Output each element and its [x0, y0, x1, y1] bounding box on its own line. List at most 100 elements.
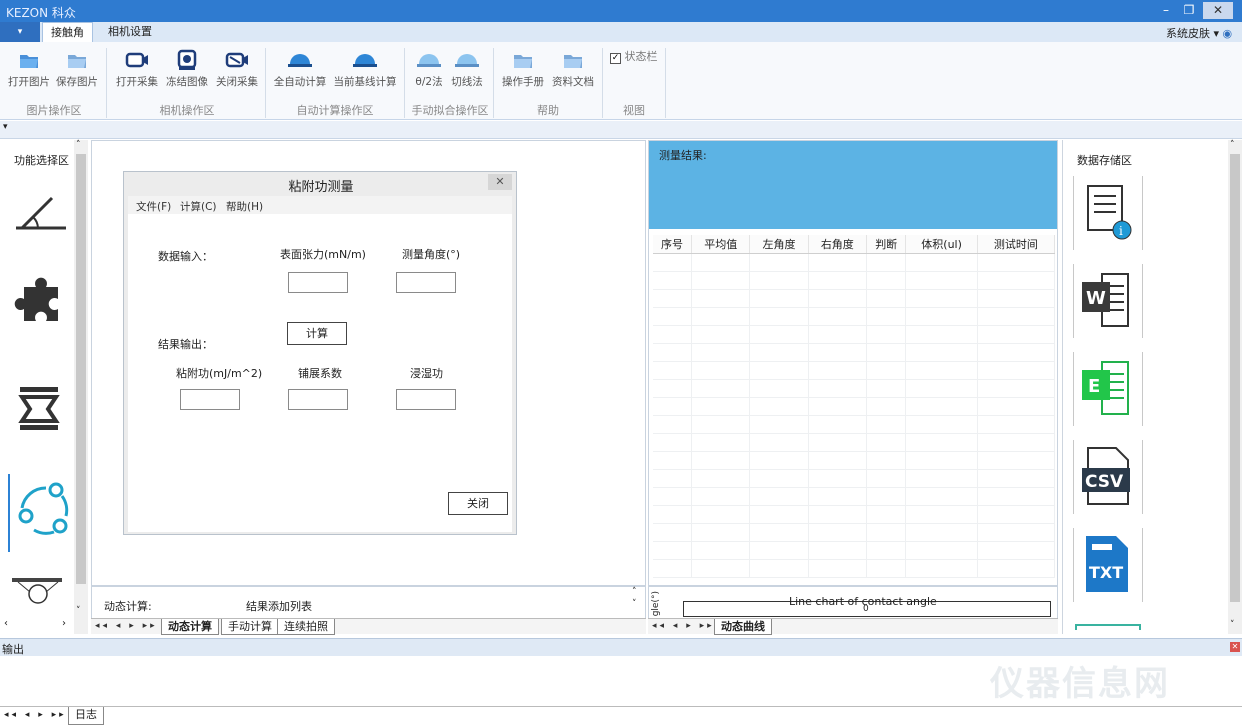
restore-button[interactable]: ❐: [1178, 2, 1200, 19]
table-cell[interactable]: [866, 289, 907, 308]
table-cell[interactable]: [905, 325, 978, 344]
table-cell[interactable]: [977, 271, 1056, 290]
immersion-output[interactable]: [396, 389, 456, 410]
table-cell[interactable]: [977, 505, 1056, 524]
menu-file[interactable]: 文件(F): [136, 199, 171, 214]
close-window-button[interactable]: ✕: [1203, 2, 1233, 19]
table-cell[interactable]: [905, 433, 978, 452]
tab-manual-calc[interactable]: 手动计算: [221, 619, 279, 635]
table-cell[interactable]: [653, 361, 693, 380]
table-cell[interactable]: [691, 379, 751, 398]
open-capture-button[interactable]: 打开采集: [112, 48, 162, 100]
table-cell[interactable]: [653, 325, 693, 344]
table-cell[interactable]: [691, 487, 751, 506]
table-cell[interactable]: [653, 379, 693, 398]
table-cell[interactable]: [749, 469, 809, 488]
col-test-time[interactable]: 测试时间: [977, 235, 1056, 254]
table-row[interactable]: [653, 361, 1056, 380]
table-cell[interactable]: [977, 343, 1056, 362]
calculate-button[interactable]: 计算: [287, 322, 347, 345]
table-cell[interactable]: [866, 379, 907, 398]
table-cell[interactable]: [691, 289, 751, 308]
col-right-angle[interactable]: 右角度: [808, 235, 867, 254]
table-cell[interactable]: [653, 343, 693, 362]
table-row[interactable]: [653, 559, 1056, 578]
table-cell[interactable]: [749, 523, 809, 542]
txt-export-button[interactable]: TXT: [1073, 528, 1143, 602]
table-cell[interactable]: [866, 505, 907, 524]
table-row[interactable]: [653, 325, 1056, 344]
minimize-button[interactable]: –: [1155, 2, 1177, 19]
table-cell[interactable]: [977, 325, 1056, 344]
table-cell[interactable]: [866, 361, 907, 380]
docs-button[interactable]: 资料文档: [548, 48, 598, 100]
table-cell[interactable]: [653, 415, 693, 434]
table-cell[interactable]: [808, 559, 867, 578]
table-cell[interactable]: [749, 325, 809, 344]
table-cell[interactable]: [653, 253, 693, 272]
table-cell[interactable]: [808, 487, 867, 506]
dialog-close-icon[interactable]: ✕: [488, 174, 512, 190]
table-cell[interactable]: [808, 451, 867, 470]
table-row[interactable]: [653, 271, 1056, 290]
surface-tension-input[interactable]: [288, 272, 348, 293]
table-cell[interactable]: [808, 271, 867, 290]
theta-half-button[interactable]: θ/2法: [410, 48, 448, 100]
table-cell[interactable]: [691, 505, 751, 524]
close-capture-button[interactable]: 关闭采集: [212, 48, 262, 100]
open-image-button[interactable]: 打开图片: [6, 48, 52, 100]
table-cell[interactable]: [866, 433, 907, 452]
table-cell[interactable]: [808, 379, 867, 398]
table-cell[interactable]: [691, 523, 751, 542]
table-cell[interactable]: [866, 487, 907, 506]
table-cell[interactable]: [808, 325, 867, 344]
table-row[interactable]: [653, 433, 1056, 452]
table-cell[interactable]: [977, 307, 1056, 326]
customize-arrow-icon[interactable]: ▾: [3, 122, 8, 132]
table-cell[interactable]: [749, 361, 809, 380]
table-cell[interactable]: [749, 505, 809, 524]
table-cell[interactable]: [905, 415, 978, 434]
table-cell[interactable]: [808, 307, 867, 326]
adhesion-output[interactable]: [180, 389, 240, 410]
freeze-image-button[interactable]: 冻结图像: [162, 48, 212, 100]
table-row[interactable]: [653, 253, 1056, 272]
save-image-button[interactable]: 保存图片: [54, 48, 100, 100]
table-cell[interactable]: [866, 415, 907, 434]
table-cell[interactable]: [691, 559, 751, 578]
col-left-angle[interactable]: 左角度: [749, 235, 809, 254]
table-cell[interactable]: [905, 271, 978, 290]
table-cell[interactable]: [808, 433, 867, 452]
table-cell[interactable]: [977, 541, 1056, 560]
table-row[interactable]: [653, 469, 1056, 488]
table-row[interactable]: [653, 307, 1056, 326]
table-cell[interactable]: [749, 433, 809, 452]
table-cell[interactable]: [749, 397, 809, 416]
table-cell[interactable]: [808, 361, 867, 380]
table-row[interactable]: [653, 289, 1056, 308]
table-cell[interactable]: [905, 505, 978, 524]
table-cell[interactable]: [808, 505, 867, 524]
table-cell[interactable]: [749, 487, 809, 506]
table-cell[interactable]: [808, 469, 867, 488]
scroll-thumb[interactable]: [1230, 154, 1240, 602]
table-cell[interactable]: [749, 307, 809, 326]
csv-export-button[interactable]: CSV: [1073, 440, 1143, 514]
table-cell[interactable]: [977, 487, 1056, 506]
table-cell[interactable]: [905, 253, 978, 272]
table-cell[interactable]: [691, 469, 751, 488]
table-row[interactable]: [653, 343, 1056, 362]
table-cell[interactable]: [653, 505, 693, 524]
table-cell[interactable]: [905, 487, 978, 506]
table-cell[interactable]: [653, 397, 693, 416]
close-button[interactable]: 关闭: [448, 492, 508, 515]
table-cell[interactable]: [977, 469, 1056, 488]
table-cell[interactable]: [977, 433, 1056, 452]
tab-dynamic-calc[interactable]: 动态计算: [161, 619, 219, 635]
table-cell[interactable]: [905, 469, 978, 488]
table-cell[interactable]: [977, 361, 1056, 380]
bubble-function[interactable]: [8, 572, 70, 622]
table-cell[interactable]: [749, 541, 809, 560]
table-cell[interactable]: [808, 343, 867, 362]
table-cell[interactable]: [905, 397, 978, 416]
